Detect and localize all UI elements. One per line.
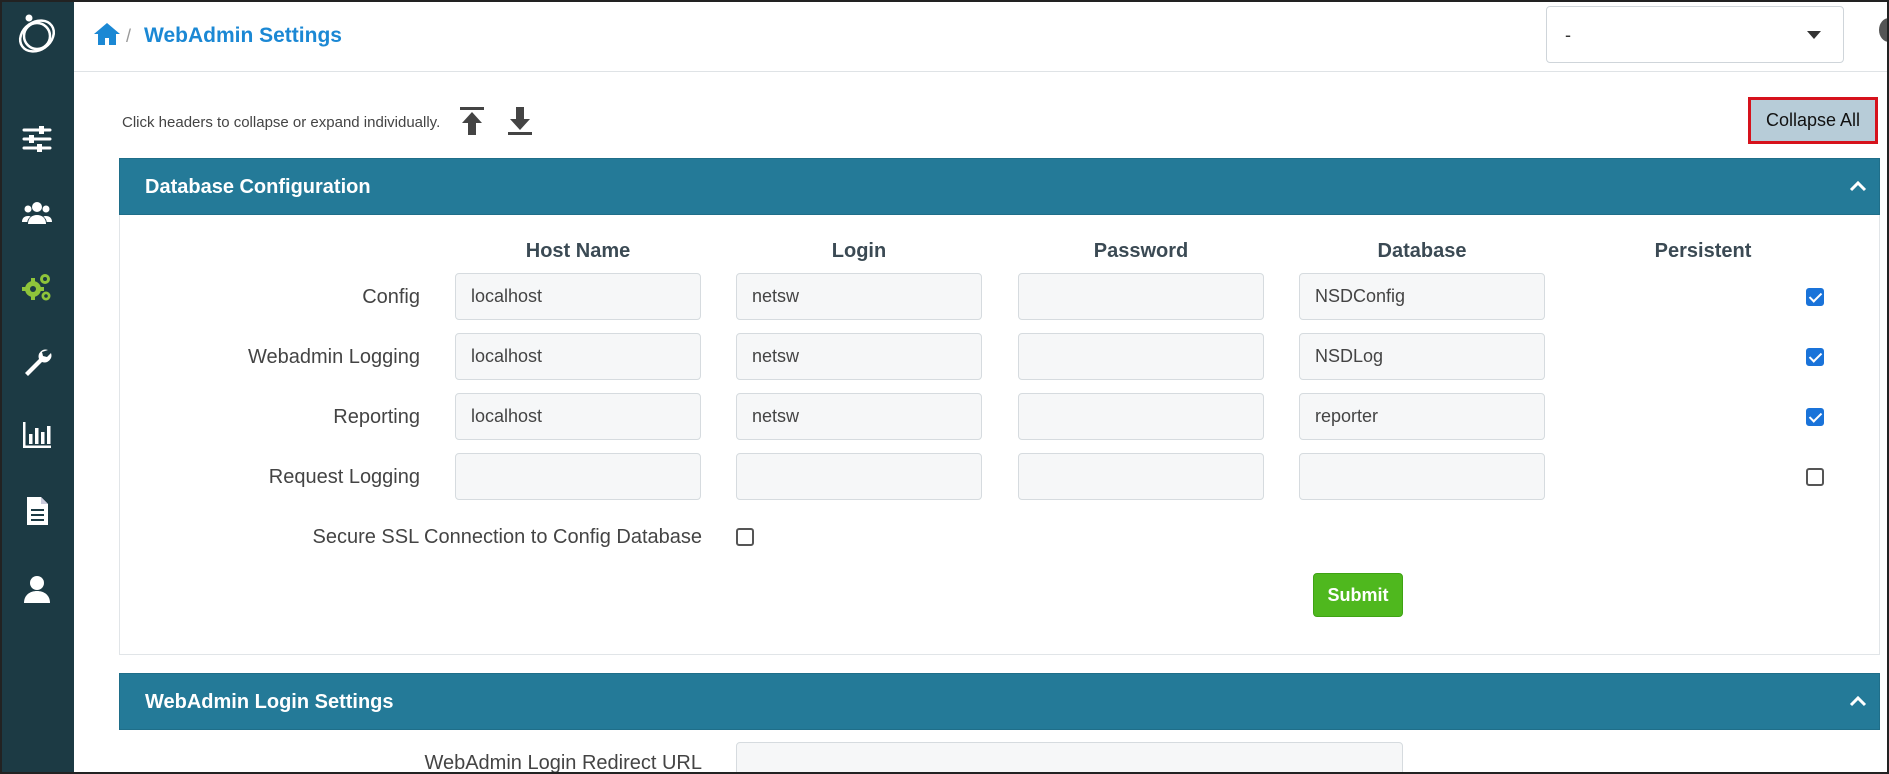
column-header-database: Database	[1377, 240, 1467, 262]
webadmin-logging-login-input[interactable]: netsw	[736, 333, 982, 380]
column-header-login: Login	[831, 240, 887, 262]
bar-chart-icon[interactable]	[18, 416, 56, 454]
collapse-all-button[interactable]: Collapse All	[1748, 97, 1878, 144]
document-icon[interactable]	[18, 492, 56, 530]
config-database-input[interactable]: NSDConfig	[1299, 273, 1545, 320]
expand-all-icon[interactable]	[506, 106, 534, 136]
row-label-webadmin-logging: Webadmin Logging	[248, 346, 420, 368]
database-config-body	[119, 215, 1880, 655]
row-label-config: Config	[362, 286, 420, 308]
gears-icon[interactable]	[18, 268, 56, 306]
request-logging-persistent-checkbox[interactable]	[1806, 468, 1824, 486]
column-header-persistent: Persistent	[1654, 240, 1752, 262]
app-logo[interactable]	[15, 10, 59, 58]
request-logging-login-input[interactable]	[736, 453, 982, 500]
submit-button[interactable]: Submit	[1313, 573, 1403, 617]
request-logging-database-input[interactable]	[1299, 453, 1545, 500]
ssl-connection-checkbox[interactable]	[736, 528, 754, 546]
chevron-up-icon	[1849, 695, 1867, 707]
row-label-request-logging: Request Logging	[268, 466, 420, 488]
user-icon[interactable]	[18, 570, 56, 608]
config-host-input[interactable]: localhost	[455, 273, 701, 320]
login-redirect-input[interactable]	[736, 742, 1403, 774]
login-settings-header[interactable]: WebAdmin Login Settings	[119, 673, 1880, 730]
database-config-header[interactable]: Database Configuration	[119, 158, 1880, 215]
context-select[interactable]: -	[1546, 6, 1844, 63]
ssl-connection-label: Secure SSL Connection to Config Database	[312, 526, 702, 548]
webadmin-logging-host-input[interactable]: localhost	[455, 333, 701, 380]
reporting-host-input[interactable]: localhost	[455, 393, 701, 440]
breadcrumb-separator: /	[126, 26, 132, 46]
request-logging-password-input[interactable]	[1018, 453, 1264, 500]
reporting-persistent-checkbox[interactable]	[1806, 408, 1824, 426]
reporting-password-input[interactable]	[1018, 393, 1264, 440]
chevron-down-icon	[1807, 31, 1821, 39]
row-label-reporting: Reporting	[333, 406, 420, 428]
webadmin-logging-persistent-checkbox[interactable]	[1806, 348, 1824, 366]
config-password-input[interactable]	[1018, 273, 1264, 320]
login-settings-title: WebAdmin Login Settings	[145, 691, 394, 713]
page-title[interactable]: WebAdmin Settings	[144, 24, 342, 48]
webadmin-logging-password-input[interactable]	[1018, 333, 1264, 380]
column-header-password: Password	[1093, 240, 1189, 262]
column-header-host: Host Name	[525, 240, 631, 262]
users-icon[interactable]	[18, 194, 56, 232]
config-persistent-checkbox[interactable]	[1806, 288, 1824, 306]
config-login-input[interactable]: netsw	[736, 273, 982, 320]
context-select-value: -	[1565, 25, 1571, 45]
sliders-icon[interactable]	[18, 120, 56, 158]
collapse-hint: Click headers to collapse or expand indi…	[122, 114, 441, 131]
webadmin-logging-database-input[interactable]: NSDLog	[1299, 333, 1545, 380]
top-header: / WebAdmin Settings -	[74, 0, 1889, 72]
sidebar	[0, 0, 74, 774]
request-logging-host-input[interactable]	[455, 453, 701, 500]
home-icon[interactable]	[94, 22, 120, 46]
wrench-icon[interactable]	[18, 342, 56, 380]
chevron-up-icon	[1849, 180, 1867, 192]
reporting-login-input[interactable]: netsw	[736, 393, 982, 440]
collapse-all-icon[interactable]	[458, 106, 486, 136]
reporting-database-input[interactable]: reporter	[1299, 393, 1545, 440]
login-redirect-label: WebAdmin Login Redirect URL	[424, 752, 702, 774]
database-config-title: Database Configuration	[145, 176, 371, 198]
